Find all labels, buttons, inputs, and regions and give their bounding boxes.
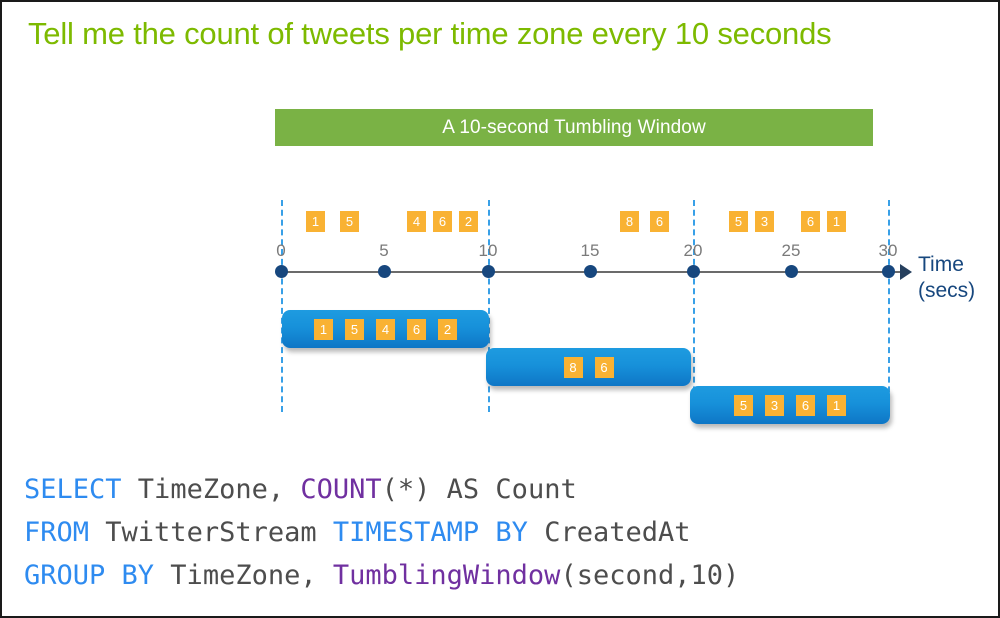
axis-tick-label-25: 25 — [781, 241, 801, 260]
axis-dot-0 — [275, 265, 288, 278]
axis-dot-20 — [687, 265, 700, 278]
window-tweet-marker: 5 — [345, 318, 364, 340]
query-line-1: SELECT TimeZone, COUNT(*) AS Count — [24, 468, 739, 511]
tweet-marker: 5 — [340, 211, 359, 232]
query-token-id: CreatedAt — [527, 517, 691, 548]
window-tweet-marker: 8 — [563, 356, 583, 378]
query-token-id: (*) AS Count — [381, 474, 577, 505]
window-tweet-marker: 5 — [734, 394, 753, 416]
axis-dot-10 — [482, 265, 495, 278]
slide-canvas: Tell me the count of tweets per time zon… — [0, 0, 1000, 618]
query-token-kw: SELECT — [24, 474, 122, 505]
window-tweet-list: 86 — [563, 356, 614, 378]
query-token-kw: FROM — [24, 517, 90, 548]
time-axis-caption-line1: Time — [918, 253, 964, 276]
tumbling-window-banner: A 10-second Tumbling Window — [275, 109, 873, 146]
query-token-id: TimeZone, — [121, 474, 301, 505]
query-token-id: TimeZone, — [154, 560, 333, 591]
tweet-marker: 6 — [433, 211, 452, 232]
query-line-2: FROM TwitterStream TIMESTAMP BY CreatedA… — [24, 511, 739, 554]
tweet-marker: 8 — [620, 211, 639, 232]
tweet-marker: 6 — [650, 211, 669, 232]
window-tweet-marker: 3 — [765, 394, 784, 416]
tumbling-window-bar-10-20: 86 — [486, 348, 691, 386]
tweet-marker: 1 — [306, 211, 325, 232]
query-token-id: TwitterStream — [89, 517, 333, 548]
tumbling-window-banner-label: A 10-second Tumbling Window — [442, 116, 706, 138]
window-tweet-marker: 6 — [594, 356, 614, 378]
tweet-marker: 6 — [801, 211, 820, 232]
window-tweet-marker: 1 — [827, 394, 846, 416]
axis-tick-label-0: 0 — [276, 241, 286, 260]
axis-dot-15 — [584, 265, 597, 278]
time-axis-caption: Time (secs) — [918, 252, 975, 304]
tweet-marker: 4 — [407, 211, 426, 232]
axis-dot-25 — [785, 265, 798, 278]
query-token-id: (second,10) — [560, 560, 740, 591]
query-token-fn: COUNT — [300, 474, 382, 505]
window-tweet-list: 15462 — [314, 318, 457, 340]
window-tweet-list: 5361 — [734, 394, 846, 416]
axis-tick-label-10: 10 — [478, 241, 498, 260]
window-tweet-marker: 6 — [796, 394, 815, 416]
window-boundary-0 — [281, 200, 283, 412]
axis-tick-label-5: 5 — [379, 241, 389, 260]
query-code-block: SELECT TimeZone, COUNT(*) AS Count FROM T… — [24, 468, 739, 597]
time-axis-arrow-icon — [900, 264, 912, 280]
window-tweet-marker: 2 — [438, 318, 457, 340]
axis-tick-label-15: 15 — [580, 241, 600, 260]
time-axis-caption-line2: (secs) — [918, 279, 976, 302]
window-tweet-marker: 6 — [407, 318, 426, 340]
time-axis-line — [279, 271, 904, 273]
query-line-3: GROUP BY TimeZone, TumblingWindow(second… — [24, 554, 739, 597]
tweet-marker: 2 — [459, 211, 478, 232]
window-boundary-30 — [888, 200, 890, 412]
window-tweet-marker: 1 — [314, 318, 333, 340]
query-token-kw: TIMESTAMP BY — [332, 517, 528, 548]
axis-tick-label-30: 30 — [878, 241, 898, 260]
axis-dot-30 — [882, 265, 895, 278]
tweet-marker: 1 — [827, 211, 846, 232]
page-title: Tell me the count of tweets per time zon… — [28, 16, 832, 51]
query-token-kw: GROUP BY — [24, 560, 155, 591]
window-tweet-marker: 4 — [376, 318, 395, 340]
tweet-marker: 3 — [755, 211, 774, 232]
query-token-fn: TumblingWindow — [332, 560, 561, 591]
tumbling-window-bar-20-30: 5361 — [690, 386, 890, 424]
axis-dot-5 — [378, 265, 391, 278]
axis-tick-label-20: 20 — [683, 241, 703, 260]
tweet-marker: 5 — [729, 211, 748, 232]
window-boundary-10 — [488, 200, 490, 412]
tumbling-window-bar-0-10: 15462 — [282, 310, 489, 348]
window-boundary-20 — [693, 200, 695, 412]
